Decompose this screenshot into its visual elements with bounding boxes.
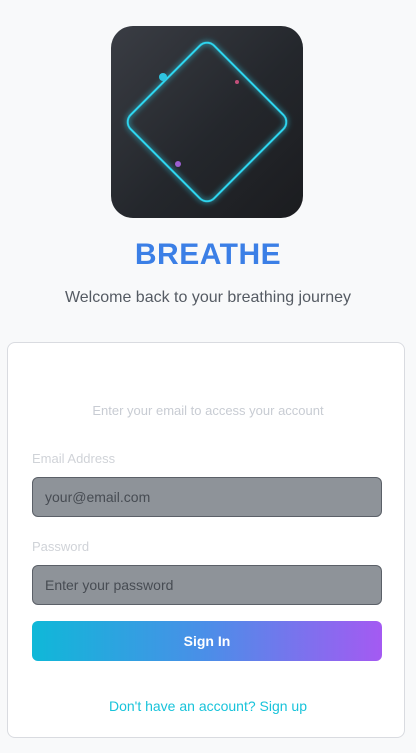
sign-in-button[interactable]: Sign In <box>32 621 382 661</box>
glowing-diamond-icon <box>126 41 288 203</box>
sign-up-link[interactable]: Don't have an account? Sign up <box>0 698 416 714</box>
email-label: Email Address <box>32 451 116 466</box>
app-logo <box>111 26 303 218</box>
welcome-tagline: Welcome back to your breathing journey <box>64 289 352 306</box>
login-screen: BREATHE Welcome back to your breathing j… <box>0 0 416 753</box>
password-field[interactable] <box>32 565 382 605</box>
app-title: BREATHE <box>134 238 282 271</box>
email-field[interactable] <box>32 477 382 517</box>
login-subtitle: Enter your email to access your account <box>92 403 324 418</box>
password-label: Password <box>32 539 90 554</box>
